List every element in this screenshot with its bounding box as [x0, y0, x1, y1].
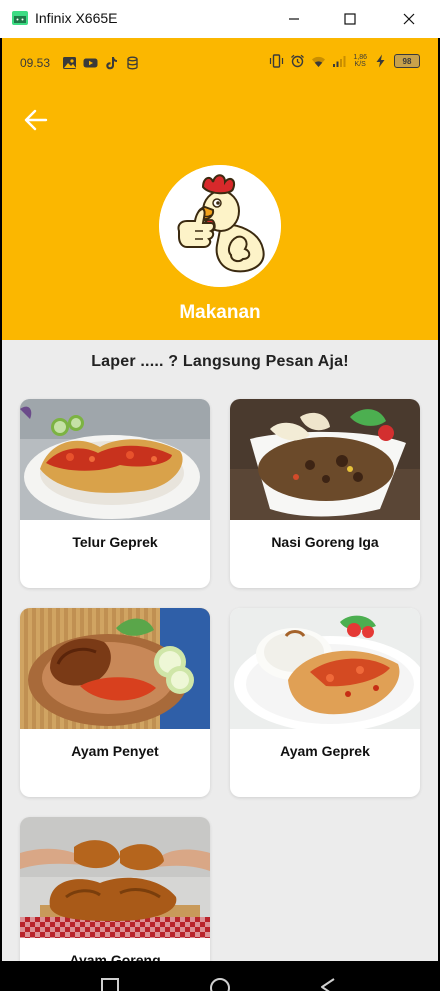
recents-icon[interactable] — [100, 977, 120, 991]
charging-icon — [376, 54, 385, 68]
status-time: 09.53 — [20, 56, 51, 70]
tiktok-icon — [106, 57, 117, 70]
food-image — [20, 817, 210, 938]
storage-icon — [127, 56, 138, 70]
vibrate-icon — [270, 54, 284, 68]
signal-icon — [333, 56, 346, 67]
net-speed-unit: K/S — [354, 61, 366, 68]
page-title: Makanan — [179, 302, 261, 323]
ayam-goreng-photo — [20, 817, 210, 938]
phone-frame: 09.53 1,86 K/S 98 Makanan Laper ..... ? … — [0, 38, 440, 991]
home-icon[interactable] — [209, 977, 231, 991]
menu-item-name: Nasi Goreng Iga — [271, 534, 379, 550]
status-bar: 09.53 1,86 K/S 98 — [2, 44, 438, 80]
android-app-icon — [12, 11, 28, 25]
youtube-icon — [83, 58, 98, 68]
close-button[interactable] — [395, 6, 423, 32]
chicken-mascot-image — [159, 165, 281, 287]
arrow-left-icon[interactable] — [22, 106, 50, 134]
alarm-icon — [291, 54, 305, 68]
battery-indicator: 98 — [394, 54, 420, 68]
net-speed: 1,86 K/S — [353, 54, 367, 68]
wifi-icon — [312, 56, 326, 67]
menu-item-name: Ayam Geprek — [280, 743, 370, 759]
menu-card[interactable]: Telur Geprek — [20, 399, 210, 588]
food-image — [20, 399, 210, 520]
food-image — [20, 608, 210, 729]
android-nav-bar — [0, 961, 440, 991]
gallery-icon — [63, 57, 76, 69]
minimize-icon — [289, 18, 299, 20]
maximize-button[interactable] — [336, 6, 364, 32]
close-icon — [403, 13, 415, 25]
menu-item-name: Telur Geprek — [72, 534, 158, 550]
back-icon[interactable] — [318, 977, 338, 991]
emulator-window: Infinix X665E 09.53 1,86 K/S 98 Makanan … — [0, 0, 440, 991]
menu-item-name: Ayam Penyet — [71, 743, 159, 759]
window-title: Infinix X665E — [35, 10, 118, 26]
food-image — [230, 399, 420, 520]
telur-geprek-photo — [20, 399, 210, 520]
category-header: 09.53 1,86 K/S 98 Makanan — [2, 38, 438, 340]
window-titlebar: Infinix X665E — [0, 0, 440, 38]
net-speed-value: 1,86 — [353, 54, 367, 61]
ayam-penyet-photo — [20, 608, 210, 729]
food-image — [230, 608, 420, 729]
page-subtitle: Laper ..... ? Langsung Pesan Aja! — [91, 353, 349, 370]
app-screen: 09.53 1,86 K/S 98 Makanan Laper ..... ? … — [2, 38, 438, 991]
menu-card[interactable]: Ayam Geprek — [230, 608, 420, 797]
chicken-mascot-logo — [159, 165, 281, 287]
ayam-geprek-photo — [230, 608, 420, 729]
maximize-icon — [344, 13, 356, 25]
menu-card[interactable]: Nasi Goreng Iga — [230, 399, 420, 588]
menu-card[interactable]: Ayam Penyet — [20, 608, 210, 797]
minimize-button[interactable] — [280, 6, 308, 32]
nasi-goreng-iga-photo — [230, 399, 420, 520]
